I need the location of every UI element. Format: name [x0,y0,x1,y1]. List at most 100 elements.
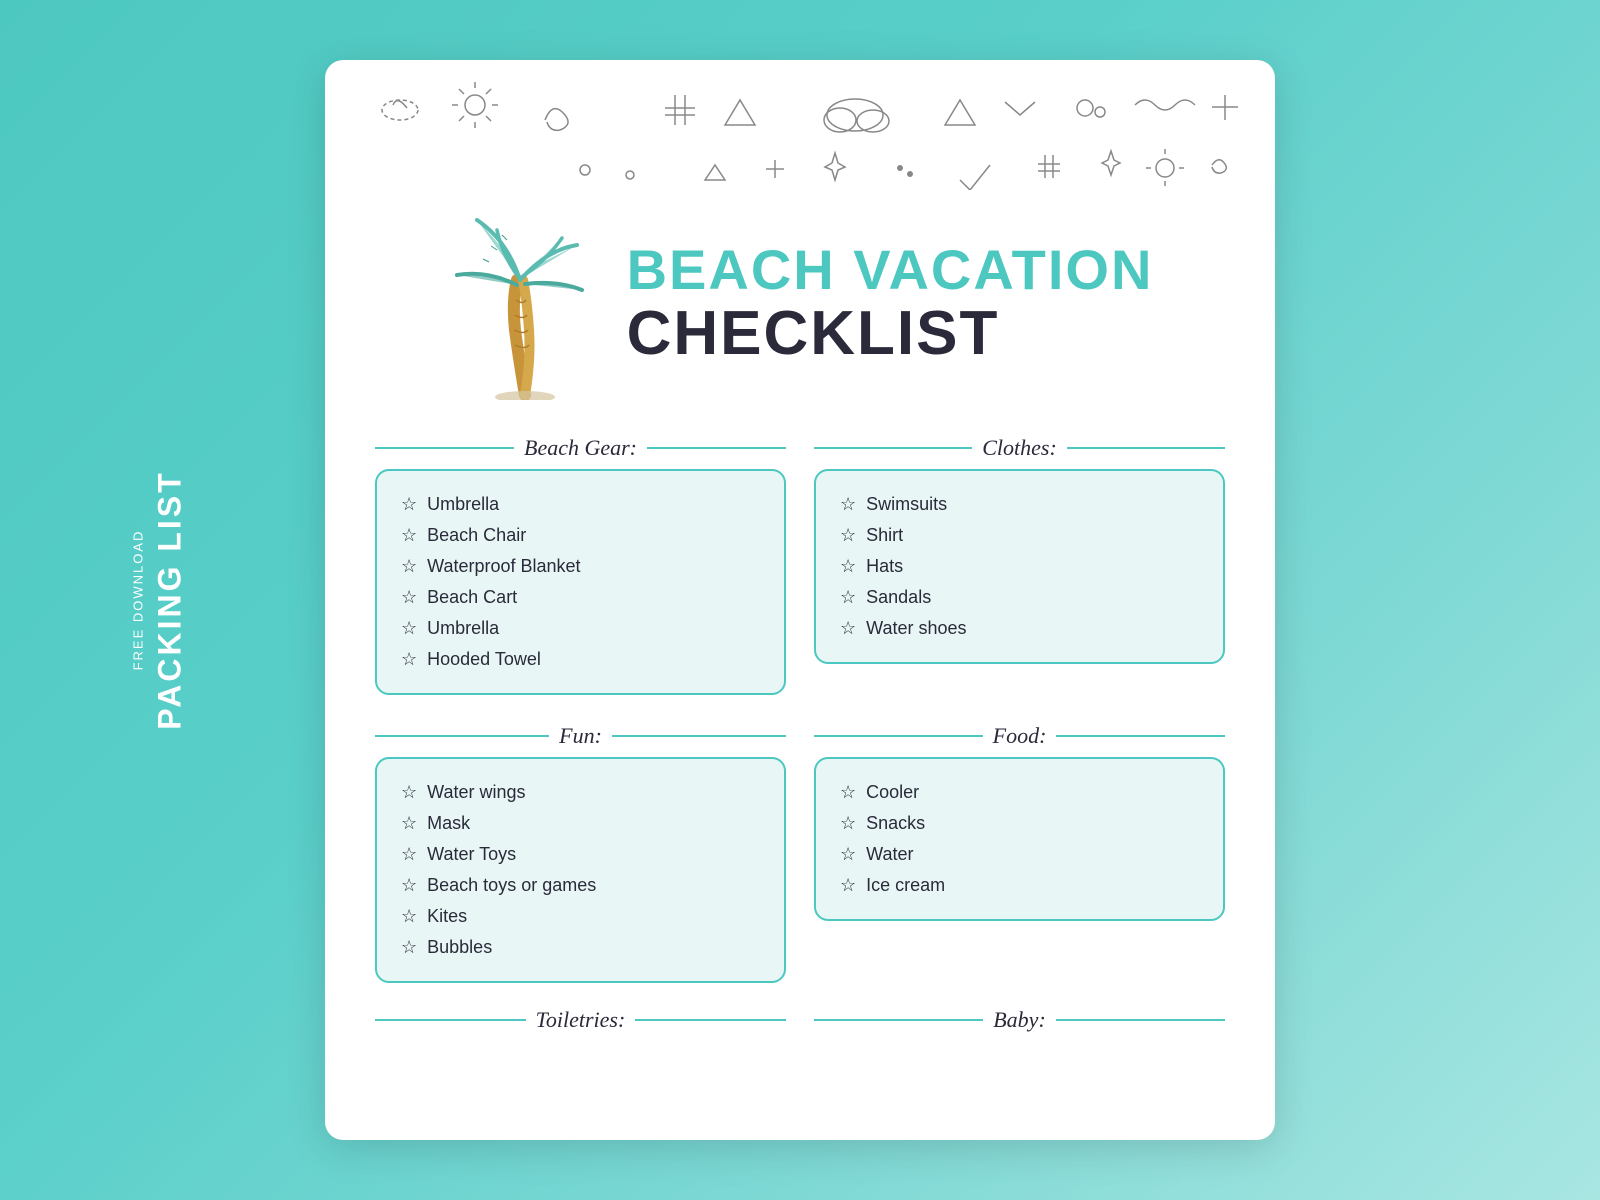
clothes-title: Clothes: [982,435,1057,461]
item-text: Water Toys [427,844,516,865]
food-section: Food: ☆ Cooler ☆ Snacks ☆ Water ☆ [814,723,1225,983]
list-item: ☆ Hats [840,551,1199,582]
item-text: Beach Chair [427,525,526,546]
beach-gear-box: ☆ Umbrella ☆ Beach Chair ☆ Waterproof Bl… [375,469,786,695]
list-item: ☆ Beach Chair [401,520,760,551]
food-box: ☆ Cooler ☆ Snacks ☆ Water ☆ Ice cream [814,757,1225,921]
fun-title: Fun: [559,723,602,749]
item-text: Snacks [866,813,925,834]
title-line-left [375,447,514,449]
free-download-text: FREE DOWNLOAD [131,530,146,671]
title-line-right [1067,447,1225,449]
fun-title-row: Fun: [375,723,786,749]
food-title-row: Food: [814,723,1225,749]
list-item: ☆ Beach Cart [401,582,760,613]
clothes-box: ☆ Swimsuits ☆ Shirt ☆ Hats ☆ Sandals ☆ [814,469,1225,664]
item-text: Sandals [866,587,931,608]
title-line-left [814,1019,983,1021]
title-line-right [647,447,786,449]
star-icon: ☆ [401,937,417,958]
star-icon: ☆ [401,844,417,865]
item-text: Water wings [427,782,525,803]
title-line-left [375,735,549,737]
title-line-left [814,735,983,737]
list-item: ☆ Water shoes [840,613,1199,644]
checklist-grid: Beach Gear: ☆ Umbrella ☆ Beach Chair ☆ W… [325,435,1275,983]
list-item: ☆ Ice cream [840,870,1199,901]
title-line-right [1056,1019,1225,1021]
star-icon: ☆ [401,525,417,546]
item-text: Hats [866,556,903,577]
star-icon: ☆ [401,813,417,834]
packing-list-text: PACKING LIST [152,470,189,729]
star-icon: ☆ [401,875,417,896]
baby-title: Baby: [993,1007,1046,1033]
list-item: ☆ Mask [401,808,760,839]
item-text: Bubbles [427,937,492,958]
item-text: Umbrella [427,618,499,639]
title-line-left [814,447,972,449]
bottom-titles: Toiletries: Baby: [325,983,1275,1041]
star-icon: ☆ [401,556,417,577]
star-icon: ☆ [840,556,856,577]
fun-section: Fun: ☆ Water wings ☆ Mask ☆ Water Toys ☆ [375,723,786,983]
star-icon: ☆ [401,782,417,803]
list-item: ☆ Waterproof Blanket [401,551,760,582]
item-text: Umbrella [427,494,499,515]
star-icon: ☆ [401,587,417,608]
item-text: Kites [427,906,467,927]
item-text: Shirt [866,525,903,546]
star-icon: ☆ [401,649,417,670]
title-beach: BEACH VACATION [627,239,1154,301]
item-text: Swimsuits [866,494,947,515]
item-text: Water shoes [866,618,966,639]
beach-gear-section: Beach Gear: ☆ Umbrella ☆ Beach Chair ☆ W… [375,435,786,695]
list-item: ☆ Umbrella [401,489,760,520]
clothes-section: Clothes: ☆ Swimsuits ☆ Shirt ☆ Hats ☆ [814,435,1225,695]
page-header: BEACH VACATION CHECKLIST [325,190,1275,435]
star-icon: ☆ [401,494,417,515]
star-icon: ☆ [840,813,856,834]
title-line-right [635,1019,786,1021]
star-icon: ☆ [401,906,417,927]
list-item: ☆ Sandals [840,582,1199,613]
title-checklist: CHECKLIST [627,301,1154,366]
food-title: Food: [993,723,1047,749]
item-text: Hooded Towel [427,649,541,670]
item-text: Beach Cart [427,587,517,608]
list-item: ☆ Water Toys [401,839,760,870]
baby-title-row: Baby: [814,1007,1225,1033]
list-item: ☆ Kites [401,901,760,932]
star-icon: ☆ [401,618,417,639]
item-text: Beach toys or games [427,875,596,896]
palm-tree-illustration [447,200,607,405]
fun-box: ☆ Water wings ☆ Mask ☆ Water Toys ☆ Beac… [375,757,786,983]
star-icon: ☆ [840,494,856,515]
star-icon: ☆ [840,875,856,896]
star-icon: ☆ [840,525,856,546]
doodles-decoration [325,60,1275,190]
clothes-title-row: Clothes: [814,435,1225,461]
item-text: Ice cream [866,875,945,896]
item-text: Mask [427,813,470,834]
beach-gear-title-row: Beach Gear: [375,435,786,461]
title-block: BEACH VACATION CHECKLIST [627,239,1154,366]
beach-gear-title: Beach Gear: [524,435,637,461]
list-item: ☆ Swimsuits [840,489,1199,520]
main-card: BEACH VACATION CHECKLIST Beach Gear: ☆ U… [325,60,1275,1140]
star-icon: ☆ [840,618,856,639]
title-line-left [375,1019,526,1021]
title-line-right [612,735,786,737]
star-icon: ☆ [840,844,856,865]
list-item: ☆ Hooded Towel [401,644,760,675]
star-icon: ☆ [840,587,856,608]
list-item: ☆ Snacks [840,808,1199,839]
toiletries-title: Toiletries: [536,1007,626,1033]
star-icon: ☆ [840,782,856,803]
list-item: ☆ Bubbles [401,932,760,963]
title-line-right [1056,735,1225,737]
sidebar-label: FREE DOWNLOAD PACKING LIST [131,470,189,729]
list-item: ☆ Cooler [840,777,1199,808]
item-text: Cooler [866,782,919,803]
list-item: ☆ Water [840,839,1199,870]
